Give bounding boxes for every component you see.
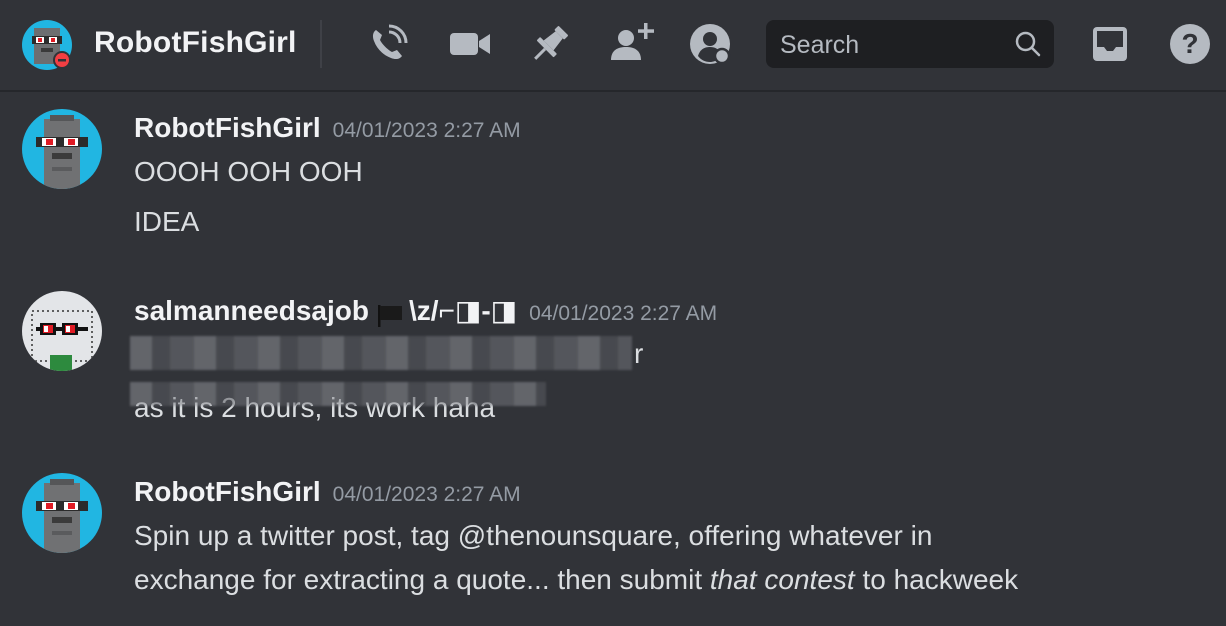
message-text: OOOH OOH OOH — [134, 156, 363, 187]
help-icon[interactable]: ? — [1166, 20, 1214, 68]
search-icon — [1015, 31, 1041, 57]
pixelated-redaction — [130, 336, 632, 370]
header-divider — [320, 20, 322, 68]
username[interactable]: salmanneedsajob — [134, 295, 369, 326]
message-text: Spin up a twitter post, tag @thenounsqua… — [134, 520, 933, 551]
timestamp: 04/01/2023 2:27 AM — [332, 483, 521, 506]
message-group: salmanneedsajob \z/⌐◨-◨ 04/01/2023 2:27 AM… — [0, 290, 1226, 440]
svg-text:?: ? — [1181, 28, 1198, 59]
channel-header: RobotFishGirl ? — [0, 0, 1226, 92]
username[interactable]: RobotFishGirl — [134, 476, 321, 507]
username[interactable]: RobotFishGirl — [134, 112, 321, 143]
avatar[interactable] — [22, 473, 102, 553]
video-camera-icon[interactable] — [446, 20, 494, 68]
timestamp: 04/01/2023 2:27 AM — [332, 119, 521, 142]
avatar[interactable] — [22, 109, 102, 189]
timestamp: 04/01/2023 2:27 AM — [529, 302, 718, 325]
username-suffix: \z/⌐◨-◨ — [408, 295, 518, 326]
phone-call-icon[interactable] — [364, 20, 412, 68]
message-text-part: to hackweek — [854, 564, 1019, 595]
pixelated-redaction — [130, 382, 546, 406]
inbox-icon[interactable] — [1086, 20, 1134, 68]
avatar[interactable] — [22, 291, 102, 371]
message-group: RobotFishGirl 04/01/2023 2:27 AM Spin up … — [0, 472, 1226, 622]
message-group: RobotFishGirl 04/01/2023 2:27 AM OOOH OOH… — [0, 108, 1226, 258]
black-flag-icon — [377, 304, 402, 327]
channel-title: RobotFishGirl — [94, 26, 297, 59]
dm-avatar[interactable] — [22, 20, 72, 70]
add-friend-icon[interactable] — [608, 20, 656, 68]
message-text: r — [634, 338, 644, 369]
user-profile-icon[interactable] — [686, 20, 734, 68]
message-text-part: exchange for extracting a quote... then … — [134, 564, 710, 595]
search-input[interactable] — [778, 28, 1002, 62]
message-text-italic: that contest — [709, 564, 855, 595]
message-text: IDEA — [134, 206, 200, 237]
pin-icon[interactable] — [526, 20, 574, 68]
search-box[interactable] — [766, 20, 1054, 68]
message-text: exchange for extracting a quote... then … — [134, 564, 1018, 596]
